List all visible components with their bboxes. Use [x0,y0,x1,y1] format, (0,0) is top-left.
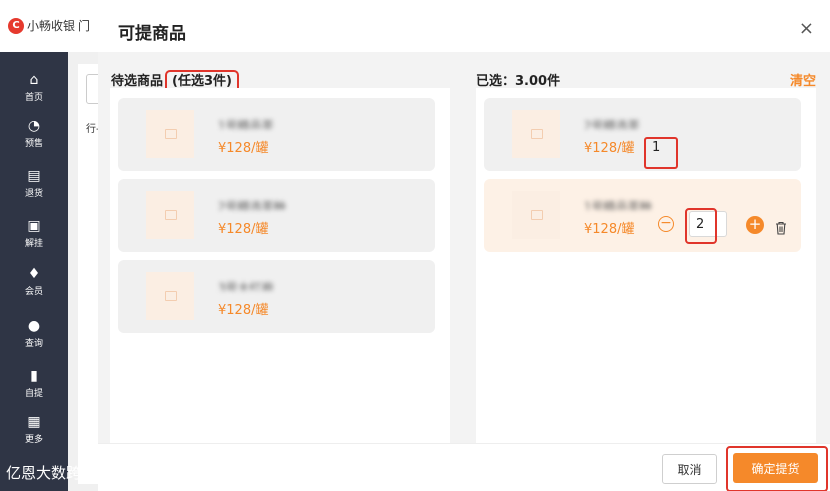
product-image-placeholder-icon [146,272,194,320]
selected-count: 已选：3.00件 [476,74,561,89]
product-name: 1号精品茶 [218,119,274,129]
trash-icon[interactable] [775,221,787,235]
member-icon: ♦ [27,266,41,282]
available-heading: 待选商品 (任选3件) [111,70,239,93]
brand-suffix: 门 [78,19,91,33]
app-sidebar: ⌂ 首页 ◔ 预售 ▤ 退货 ▣ 解挂 ♦ 会员 ● 查询 ▮ 自提 ▦ 更多 [0,52,68,491]
clear-button[interactable]: 清空 [790,70,816,89]
pickup-bag-icon: ▮ [30,368,38,384]
sidebar-item-label: 自提 [24,389,43,399]
minus-circle-icon[interactable]: − [658,216,674,232]
sidebar-item-unhold[interactable]: ▣ 解挂 [0,218,68,249]
dialog-header: 可提商品 × [98,7,830,52]
product-name: 2号精选茶 [584,119,640,129]
logo-icon: C [8,17,24,34]
product-name: 1号精品茶种 [584,200,652,210]
sidebar-item-presale[interactable]: ◔ 预售 [0,118,68,149]
cancel-button[interactable]: 取消 [662,454,717,484]
sidebar-item-more[interactable]: ▦ 更多 [0,414,68,445]
product-price: ¥128/罐 [584,141,635,156]
quantity-stepper [685,208,729,244]
brand-name: 小畅收银 [27,19,76,33]
sidebar-item-label: 会员 [24,287,43,297]
confirm-pickup-button[interactable]: 确定提货 [733,453,818,483]
available-product[interactable]: 3号大红袍 ¥128/罐 [118,260,435,333]
sidebar-item-member[interactable]: ♦ 会员 [0,266,68,297]
available-product[interactable]: 2号精选茶种 ¥128/罐 [118,179,435,252]
dialog-footer: 取消 确定提货 [98,443,830,491]
product-price: ¥128/罐 [218,222,269,237]
unhold-icon: ▣ [27,218,41,234]
sidebar-item-label: 解挂 [24,239,43,249]
available-list: 1号精品茶 ¥128/罐 2号精选茶种 ¥128/罐 3号大红袍 ¥128/罐 [110,88,450,443]
product-image-placeholder-icon [512,191,560,239]
sidebar-item-label: 退货 [24,189,43,199]
sidebar-item-pickup[interactable]: ▮ 自提 [0,368,68,399]
clock-icon: ◔ [27,118,41,134]
home-icon: ⌂ [29,72,39,88]
sidebar-item-label: 首页 [24,93,43,103]
quantity-value: 1 [644,137,678,169]
product-price: ¥128/罐 [584,222,635,237]
return-icon: ▤ [27,168,41,184]
selected-product[interactable]: 1号精品茶种 ¥128/罐 − + [484,179,801,252]
sidebar-item-home[interactable]: ⌂ 首页 [0,72,68,103]
sidebar-item-label: 更多 [24,435,43,445]
watermark: 亿恩大数跨境 [6,464,97,482]
sidebar-item-label: 查询 [24,339,43,349]
available-label: 待选商品 [111,74,164,89]
product-name: 3号大红袍 [218,281,274,291]
product-price: ¥128/罐 [218,141,269,156]
sidebar-item-return[interactable]: ▤ 退货 [0,168,68,199]
quantity-input[interactable] [689,211,727,237]
search-icon: ● [27,318,41,334]
sidebar-item-query[interactable]: ● 查询 [0,318,68,349]
grid-icon: ▦ [27,414,41,430]
selected-product[interactable]: 2号精选茶 ¥128/罐 1 [484,98,801,171]
close-icon[interactable]: × [799,18,814,39]
selected-list: 2号精选茶 ¥128/罐 1 1号精品茶种 ¥128/罐 − + [476,88,816,443]
product-price: ¥128/罐 [218,303,269,318]
product-image-placeholder-icon [146,110,194,158]
app-logo: C 小畅收银 门 [8,17,90,34]
available-product[interactable]: 1号精品茶 ¥128/罐 [118,98,435,171]
dialog-title: 可提商品 [118,24,186,44]
product-image-placeholder-icon [512,110,560,158]
product-name: 2号精选茶种 [218,200,286,210]
plus-circle-icon[interactable]: + [746,216,764,234]
dialog-body: 待选商品 (任选3件) 已选：3.00件 清空 1号精品茶 ¥128/罐 2号精选… [98,52,830,443]
sidebar-item-label: 预售 [24,139,43,149]
product-image-placeholder-icon [146,191,194,239]
pickup-dialog: 可提商品 × 待选商品 (任选3件) 已选：3.00件 清空 1号精品茶 ¥128… [98,7,830,491]
